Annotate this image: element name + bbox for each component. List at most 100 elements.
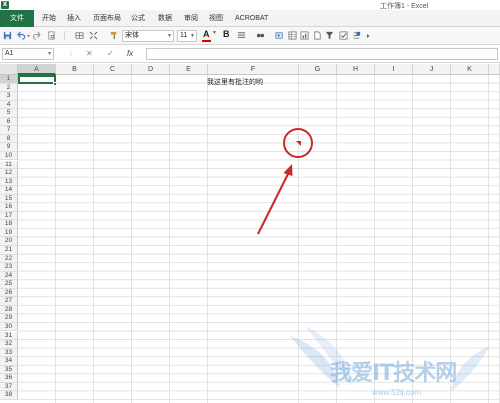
chevron-down-icon: ▼ (47, 51, 52, 57)
column-header-e[interactable]: E (170, 64, 208, 75)
tab-data[interactable]: 数据 (158, 13, 172, 24)
save-icon[interactable] (3, 31, 12, 40)
row-header-32[interactable]: 32 (0, 340, 18, 349)
column-header-b[interactable]: B (56, 64, 94, 75)
row-header-23[interactable]: 23 (0, 263, 18, 272)
row-header-30[interactable]: 30 (0, 322, 18, 332)
row-header-9[interactable]: 9 (0, 143, 18, 152)
row-header-21[interactable]: 21 (0, 246, 18, 255)
chart-icon[interactable] (300, 31, 309, 40)
font-name-select[interactable]: 宋体 ▼ (122, 30, 174, 42)
tab-insert[interactable]: 插入 (67, 13, 81, 24)
tab-review[interactable]: 审阅 (184, 13, 198, 24)
font-name-value: 宋体 (125, 32, 139, 39)
table-icon[interactable] (288, 31, 297, 40)
row-header-35[interactable]: 35 (0, 365, 18, 375)
row-header-14[interactable]: 14 (0, 186, 18, 195)
row-header-38[interactable]: 38 (0, 391, 18, 400)
font-size-select[interactable]: 11 ▼ (177, 30, 197, 42)
column-header-partial[interactable] (489, 64, 500, 75)
filter-icon[interactable] (325, 31, 334, 40)
row-header-27[interactable]: 27 (0, 297, 18, 306)
row-header-5[interactable]: 5 (0, 109, 18, 118)
column-header-i[interactable]: I (375, 64, 413, 75)
row-header-37[interactable]: 37 (0, 382, 18, 392)
formula-bar-grip-icon: ⋮ (68, 51, 74, 57)
font-color-swatch (202, 40, 211, 42)
row-header-3[interactable]: 3 (0, 92, 18, 101)
enter-entry-button[interactable]: ✓ (107, 48, 114, 60)
row-header-7[interactable]: 7 (0, 126, 18, 135)
tab-acrobat[interactable]: ACROBAT (235, 13, 268, 24)
row-header-4[interactable]: 4 (0, 100, 18, 110)
row-header-2[interactable]: 2 (0, 83, 18, 93)
find-icon[interactable] (256, 31, 265, 40)
name-box[interactable]: A1 ▼ (2, 48, 54, 60)
row-header-29[interactable]: 29 (0, 314, 18, 323)
align-icon[interactable] (237, 31, 246, 40)
select-all-corner[interactable] (0, 64, 18, 75)
row-header-17[interactable]: 17 (0, 211, 18, 221)
row-header-28[interactable]: 28 (0, 305, 18, 315)
column-header-k[interactable]: K (451, 64, 489, 75)
toolbar-more-icon[interactable] (366, 31, 371, 41)
sort-icon[interactable] (352, 31, 361, 40)
row-header-15[interactable]: 15 (0, 194, 18, 204)
tab-file[interactable]: 文件 (0, 10, 34, 27)
format-painter-icon[interactable] (110, 31, 119, 40)
chevron-down-icon[interactable]: ▼ (212, 30, 217, 40)
fit-icon[interactable] (89, 31, 98, 40)
quick-toolbar: 宋体 ▼ 11 ▼ A ▼ B (0, 27, 500, 45)
excel-app-icon: X (1, 1, 9, 9)
column-header-h[interactable]: H (337, 64, 375, 75)
fill-handle[interactable] (53, 82, 57, 86)
tab-home[interactable]: 开始 (42, 13, 56, 24)
row-header-22[interactable]: 22 (0, 254, 18, 264)
row-header-24[interactable]: 24 (0, 271, 18, 281)
row-header-31[interactable]: 31 (0, 331, 18, 341)
page-icon[interactable] (313, 31, 322, 40)
row-header-19[interactable]: 19 (0, 228, 18, 238)
formula-input[interactable] (146, 48, 498, 60)
row-header-25[interactable]: 25 (0, 280, 18, 289)
redo-icon[interactable] (33, 31, 42, 40)
row-header-34[interactable]: 34 (0, 357, 18, 366)
tab-formulas[interactable]: 公式 (131, 13, 145, 24)
row-header-13[interactable]: 13 (0, 177, 18, 187)
row-header-18[interactable]: 18 (0, 220, 18, 229)
row-header-16[interactable]: 16 (0, 203, 18, 212)
column-header-g[interactable]: G (299, 64, 337, 75)
row-header-1[interactable]: 1 (0, 75, 18, 84)
tab-page-layout[interactable]: 页面布局 (93, 13, 121, 24)
cancel-entry-button[interactable]: ✕ (86, 48, 93, 60)
checkbox-icon[interactable] (339, 31, 348, 40)
row-header-11[interactable]: 11 (0, 160, 18, 170)
row-header-33[interactable]: 33 (0, 348, 18, 358)
watermark-url: www.52ij.com (372, 388, 421, 397)
insert-function-button[interactable]: fx (127, 48, 133, 60)
column-header-j[interactable]: J (413, 64, 451, 75)
active-cell-a1[interactable] (18, 75, 56, 84)
column-header-a[interactable]: A (18, 64, 56, 75)
insert-object-icon[interactable] (275, 31, 284, 40)
ribbon-tabs: 文件 开始 插入 页面布局 公式 数据 审阅 视图 ACROBAT (0, 10, 500, 27)
undo-icon[interactable] (16, 31, 25, 40)
undo-dropdown-icon[interactable] (26, 31, 31, 41)
column-header-c[interactable]: C (94, 64, 132, 75)
freeze-panes-icon[interactable] (75, 31, 84, 40)
column-header-f[interactable]: F (208, 64, 299, 75)
name-box-value: A1 (5, 50, 14, 57)
bold-button[interactable]: B (223, 29, 230, 39)
tab-view[interactable]: 视图 (209, 13, 223, 24)
row-header-20[interactable]: 20 (0, 237, 18, 246)
row-header-26[interactable]: 26 (0, 288, 18, 298)
print-preview-icon[interactable] (47, 31, 56, 40)
row-header-6[interactable]: 6 (0, 117, 18, 127)
row-header-36[interactable]: 36 (0, 374, 18, 383)
formula-bar: A1 ▼ ⋮ ✕ ✓ fx (0, 45, 500, 63)
row-header-10[interactable]: 10 (0, 151, 18, 161)
cell-f7[interactable]: 我这里有批注的哟 (207, 77, 263, 87)
row-header-12[interactable]: 12 (0, 169, 18, 178)
column-header-d[interactable]: D (132, 64, 170, 75)
row-header-8[interactable]: 8 (0, 134, 18, 144)
